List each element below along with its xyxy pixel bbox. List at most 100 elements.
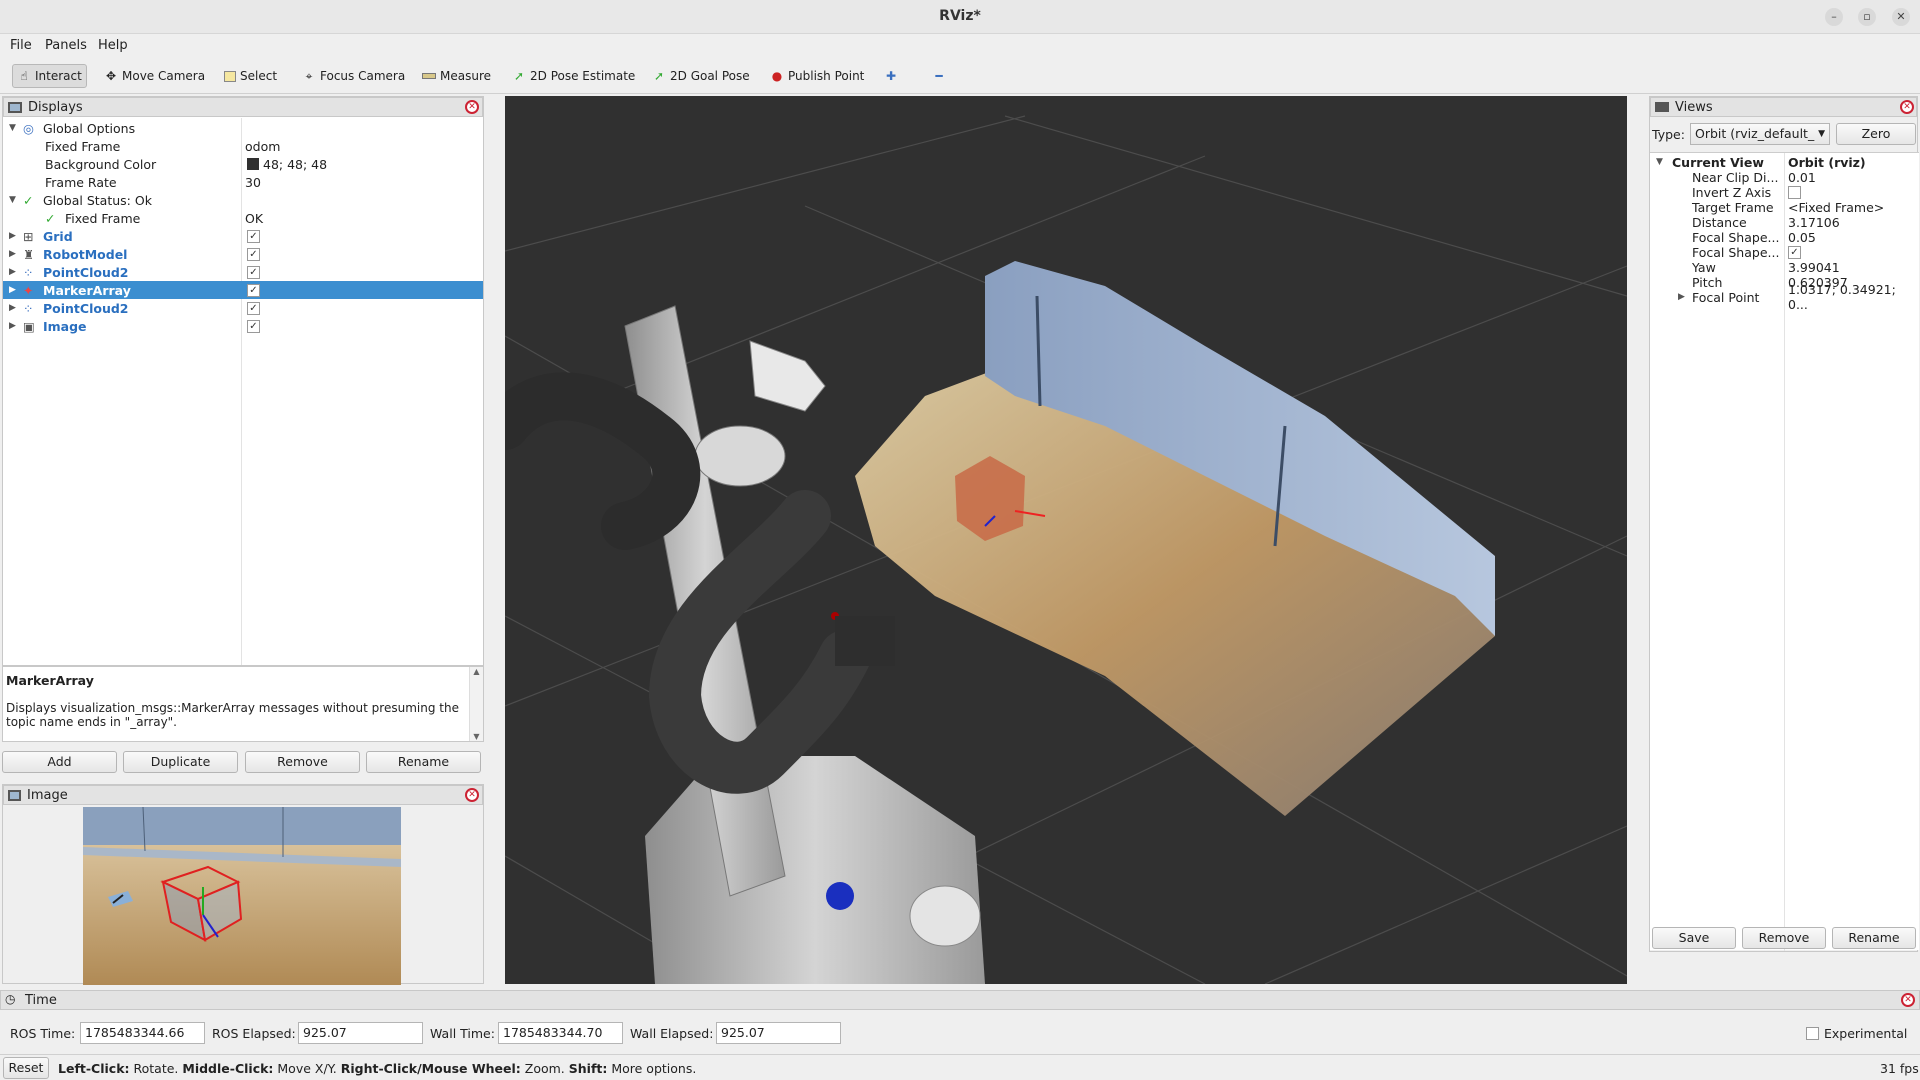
menu-panels[interactable]: Panels [45,38,87,53]
display-enabled-checkbox[interactable]: ✓ [247,248,260,261]
frame-rate-value[interactable]: 30 [245,173,261,191]
display-item-image[interactable]: ▶ ▣ Image [9,317,479,335]
scrollbar[interactable]: ▲ ▼ [469,667,483,741]
global-options-row[interactable]: ▼ ◎ Global Options [9,119,135,137]
collapsed-icon[interactable]: ▶ [9,231,23,241]
wall-elapsed-label: Wall Elapsed: [630,1026,714,1041]
ros-time-field[interactable]: 1785483344.66 [80,1022,205,1044]
close-icon[interactable]: ✕ [465,100,479,114]
rename-button[interactable]: Rename [366,751,481,773]
maximize-icon[interactable]: ▫ [1858,8,1876,26]
close-icon[interactable]: ✕ [1901,993,1915,1007]
save-button[interactable]: Save [1652,927,1736,949]
3d-viewport[interactable]: ◀ ▶ [505,96,1627,984]
robot-base [645,756,985,984]
display-name: RobotModel [43,246,128,262]
global-status-row[interactable]: ▼ ✓ Global Status: Ok [9,191,152,209]
view-prop-value[interactable]: 1.0317; 0.34921; 0... [1788,282,1919,312]
display-enabled-checkbox[interactable]: ✓ [247,302,260,315]
column-divider [241,118,242,665]
hint-key: Shift: [568,1061,608,1076]
checkbox[interactable] [1788,185,1801,199]
collapsed-icon[interactable]: ▶ [9,267,23,277]
experimental-checkbox[interactable] [1806,1027,1819,1040]
remove-tool-button[interactable]: ━ [928,64,950,88]
collapsed-icon[interactable]: ▶ [3,285,23,295]
ros-elapsed-field[interactable]: 925.07 [298,1022,423,1044]
checkbox[interactable]: ✓ [1788,245,1801,259]
image-panel: Image ✕ [2,784,484,985]
status-fixed-frame-row: ✓ Fixed Frame [45,209,140,227]
close-icon[interactable]: ✕ [1892,8,1910,26]
expand-icon[interactable]: ▼ [1656,157,1672,167]
tool-2d-pose-estimate[interactable]: ➚ 2D Pose Estimate [508,64,639,88]
select-icon [224,70,236,82]
tree-label: Global Options [43,120,136,136]
focus-icon: ⌖ [305,69,313,83]
close-icon[interactable]: ✕ [465,788,479,802]
panel-title: Views [1675,99,1713,115]
display-item-robotmodel[interactable]: ▶ ♜ RobotModel [9,245,479,263]
tool-2d-goal-pose[interactable]: ➚ 2D Goal Pose [648,64,754,88]
collapsed-icon[interactable]: ▶ [1678,292,1685,302]
display-enabled-checkbox[interactable]: ✓ [247,284,260,297]
expand-icon[interactable]: ▼ [9,195,23,205]
marker-icon: ✦ [23,282,34,298]
rename-view-button[interactable]: Rename [1832,927,1916,949]
close-icon[interactable]: ✕ [1900,100,1914,114]
fixed-frame-value[interactable]: odom [245,137,280,155]
display-item-markerarray[interactable]: ▶ ✦ MarkerArray [3,281,483,299]
menu-help[interactable]: Help [98,38,128,53]
tool-publish-point[interactable]: ● Publish Point [766,64,868,88]
tool-move-camera[interactable]: ✥ Move Camera [100,64,209,88]
tool-measure[interactable]: Measure [418,64,495,88]
description-text: Displays visualization_msgs::MarkerArray… [6,701,459,729]
duplicate-button[interactable]: Duplicate [123,751,238,773]
expand-icon[interactable]: ▼ [9,123,23,133]
status-hint: Left-Click: Rotate. Middle-Click: Move X… [58,1061,696,1076]
reset-button[interactable]: Reset [3,1057,49,1079]
display-enabled-checkbox[interactable]: ✓ [247,266,260,279]
description-panel: MarkerArray Displays visualization_msgs:… [2,666,484,742]
display-enabled-checkbox[interactable]: ✓ [247,320,260,333]
collapsed-icon[interactable]: ▶ [9,303,23,313]
display-enabled-checkbox[interactable]: ✓ [247,230,260,243]
hint-key: Left-Click: [58,1061,130,1076]
tool-focus-camera[interactable]: ⌖ Focus Camera [298,64,409,88]
panel-title: Image [27,787,68,803]
tool-interact[interactable]: ☝ Interact [12,64,87,88]
menu-file[interactable]: File [10,38,32,53]
display-item-pointcloud2[interactable]: ▶ ⁘ PointCloud2 [9,263,479,281]
collapsed-icon[interactable]: ▶ [9,249,23,259]
remove-button[interactable]: Remove [245,751,360,773]
display-name: Grid [43,228,73,244]
wall-time-field[interactable]: 1785483344.70 [498,1022,623,1044]
view-type-select[interactable]: Orbit (rviz_default_ ▼ [1690,123,1830,145]
display-item-pointcloud2[interactable]: ▶ ⁘ PointCloud2 [9,299,479,317]
background-color-value[interactable]: 48; 48; 48 [247,155,327,173]
frame-rate-row: Frame Rate [45,173,117,191]
scroll-up-icon[interactable]: ▲ [470,667,483,676]
minimize-icon[interactable]: – [1825,8,1843,26]
panel-title: Displays [28,99,83,115]
prop-label: Frame Rate [45,174,117,190]
add-tool-button[interactable]: ✚ [880,64,902,88]
remove-view-button[interactable]: Remove [1742,927,1826,949]
hand-icon: ☝ [20,69,28,83]
wall-elapsed-field[interactable]: 925.07 [716,1022,841,1044]
display-item-grid[interactable]: ▶ ⊞ Grid [9,227,479,245]
tool-label: 2D Goal Pose [670,69,750,83]
camera-icon [1655,102,1669,112]
tool-select[interactable]: Select [220,64,281,88]
tool-label: Focus Camera [320,69,406,83]
add-button[interactable]: Add [2,751,117,773]
time-panel-header: ◷ Time ✕ [0,990,1920,1010]
display-name: Image [43,318,87,334]
hint-text: Move X/Y. [273,1061,341,1076]
scroll-down-icon[interactable]: ▼ [470,732,483,741]
display-name: MarkerArray [43,282,131,298]
check-icon: ✓ [45,210,56,226]
zero-button[interactable]: Zero [1836,123,1916,145]
collapsed-icon[interactable]: ▶ [9,321,23,331]
minus-icon: ━ [935,69,943,83]
